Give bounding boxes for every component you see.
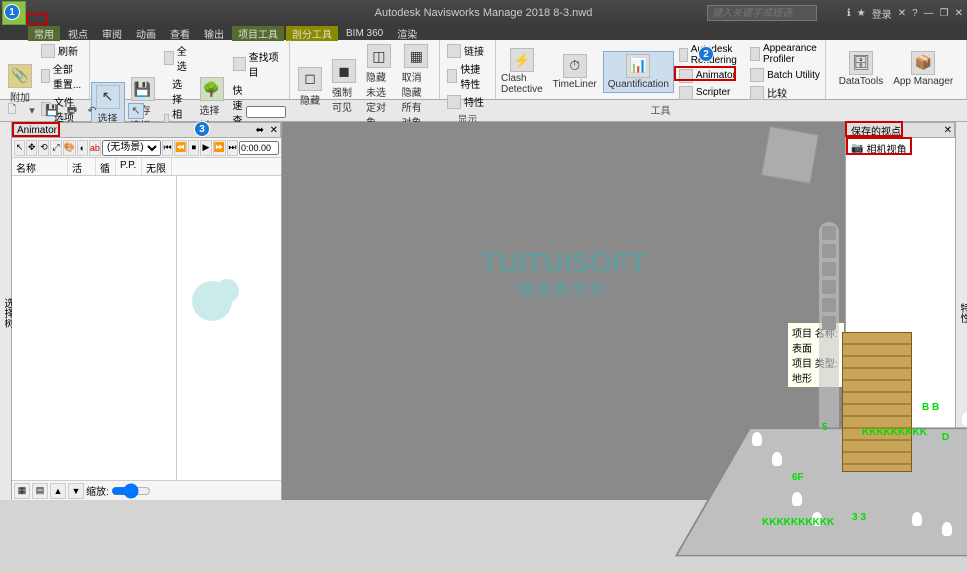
require-button[interactable]: ◼强制可见	[328, 57, 360, 116]
menu-view[interactable]: 查看	[164, 26, 196, 41]
animator-panel: Animator 3 ⬌ ✕ ↖ ✥ ⟲ ⤢ 🎨 ◐ ab (无场景) ⏮ ⏪ …	[12, 122, 282, 500]
selectall-button[interactable]: 全选	[161, 42, 194, 74]
tb-move[interactable]: ✥	[26, 140, 37, 156]
panel-close-icon[interactable]: ✕	[270, 125, 278, 136]
col-name: 名称	[12, 158, 68, 175]
system-buttons: ℹ ★ 登录 ✕ ? — ❐ ✕	[847, 6, 963, 21]
menu-home[interactable]: 常用	[28, 26, 60, 41]
qat-select[interactable]: ↖	[128, 103, 144, 119]
tb-play[interactable]: ▶	[200, 140, 211, 156]
menu-bim360[interactable]: BIM 360	[340, 28, 389, 39]
nav-wheel-icon[interactable]	[822, 226, 836, 240]
selection-tree-tab[interactable]: 选择树	[0, 122, 12, 500]
annotation-3: 3	[194, 121, 210, 137]
menu-output[interactable]: 输出	[198, 26, 230, 41]
scene-content: 5B B DA 6F3 3 KKKKKKKKKK KKKKKKKKK	[712, 312, 967, 572]
scene-up[interactable]: ▲	[50, 483, 66, 499]
watermark-logo	[187, 271, 247, 331]
qat-undo[interactable]: ↶	[84, 103, 100, 119]
append-button[interactable]: 📎附加	[4, 62, 36, 106]
finditems-button[interactable]: 查找项目	[230, 48, 289, 80]
qat-new[interactable]: 🗋	[4, 103, 20, 119]
scripter-button[interactable]: Scripter	[676, 85, 745, 101]
zoom-label: 缩放:	[86, 483, 109, 498]
add-scene[interactable]: ▦	[14, 483, 30, 499]
quickprops-button[interactable]: 快捷特性	[444, 60, 491, 92]
menubar: 常用 视点 审阅 动画 查看 输出 项目工具 剖分工具 BIM 360 渲染	[0, 26, 967, 40]
col-pp: P.P.	[116, 158, 142, 175]
tb-scale[interactable]: ⤢	[50, 140, 61, 156]
menu-viewpoint[interactable]: 视点	[62, 26, 94, 41]
col-loop: 循	[96, 158, 116, 175]
animator-button[interactable]: Animator	[676, 68, 745, 84]
scene-select[interactable]: (无场景)	[102, 140, 161, 156]
search-input[interactable]	[707, 5, 817, 21]
animator-timeline[interactable]	[177, 176, 281, 480]
tb-stepfwd[interactable]: ⏩	[213, 140, 226, 156]
savedvp-close-icon[interactable]: ✕	[944, 125, 952, 136]
qat-open[interactable]: ▾	[24, 103, 40, 119]
menu-render[interactable]: 渲染	[391, 26, 423, 41]
zoom-slider[interactable]	[111, 483, 151, 499]
animator-tree[interactable]	[12, 176, 177, 480]
clash-button[interactable]: ⚡Clash Detective	[497, 46, 547, 97]
quantification-button[interactable]: 📊Quantification	[603, 51, 674, 93]
callout-menu	[26, 13, 48, 25]
viewcube[interactable]	[761, 126, 819, 184]
timeliner-button[interactable]: ⏱TimeLiner	[549, 52, 601, 92]
close1-icon[interactable]: ✕	[898, 8, 906, 19]
hideunsel-button[interactable]: ◫隐藏未选定对象	[362, 42, 396, 131]
tb-stop[interactable]: ⏹	[188, 140, 199, 156]
datatools-button[interactable]: 🗄DataTools	[835, 49, 887, 89]
tb-transparency[interactable]: ◐	[77, 140, 88, 156]
annotation-1: 1	[4, 4, 20, 20]
menu-itemtools[interactable]: 项目工具	[232, 26, 284, 41]
appmanager-button[interactable]: 📦App Manager	[889, 49, 957, 89]
tb-capture[interactable]: ab	[89, 140, 101, 156]
col-inf: 无限	[142, 158, 172, 175]
scene-down[interactable]: ▼	[68, 483, 84, 499]
tb-color[interactable]: 🎨	[63, 140, 76, 156]
tb-end[interactable]: ⏭	[227, 140, 238, 156]
login-button[interactable]: 登录	[872, 6, 892, 21]
hide-button[interactable]: ◻隐藏	[294, 65, 326, 109]
panel-pin-icon[interactable]: ⬌	[256, 125, 264, 136]
menu-review[interactable]: 审阅	[96, 26, 128, 41]
props-button[interactable]: 特性	[444, 93, 491, 110]
time-input[interactable]	[239, 141, 279, 155]
nav-look-icon[interactable]	[822, 298, 836, 312]
minimize-icon[interactable]: —	[924, 8, 934, 19]
watermark-text: TUITUISOFT腿腿教学网	[481, 247, 646, 299]
menu-animation[interactable]: 动画	[130, 26, 162, 41]
annotation-2: 2	[698, 46, 714, 62]
info-icon[interactable]: ℹ	[847, 8, 851, 19]
group-tools: 工具	[651, 101, 671, 118]
col-active: 活动	[68, 158, 96, 175]
qat-print[interactable]: 🖶	[64, 103, 80, 119]
unhideall-button[interactable]: ▦取消隐藏所有对象	[398, 42, 435, 131]
nav-zoom-icon[interactable]	[822, 262, 836, 276]
tb-stepback[interactable]: ⏪	[174, 140, 187, 156]
appprofiler-button[interactable]: Appearance Profiler	[747, 42, 824, 66]
3d-viewport[interactable]: TUITUISOFT腿腿教学网 项目 名称: 表面项目 类型: 地形 5B B …	[282, 122, 845, 500]
links-button[interactable]: 链接	[444, 42, 491, 59]
refresh-button[interactable]: 刷新	[38, 42, 85, 59]
menu-section[interactable]: 剖分工具	[286, 26, 338, 41]
compare-button[interactable]: 比较	[747, 84, 824, 101]
close-icon[interactable]: ✕	[955, 8, 963, 19]
maximize-icon[interactable]: ❐	[940, 8, 949, 19]
window-title: Autodesk Navisworks Manage 2018 8-3.nwd	[375, 7, 593, 19]
tb-rewind[interactable]: ⏮	[162, 140, 173, 156]
batchutil-button[interactable]: Batch Utility	[747, 67, 824, 83]
help-icon[interactable]: ?	[912, 8, 918, 19]
star-icon[interactable]: ★	[857, 8, 866, 19]
tb-cursor[interactable]: ↖	[14, 140, 25, 156]
qat-save[interactable]: 💾	[44, 103, 60, 119]
tb-rotate[interactable]: ⟲	[38, 140, 49, 156]
resetall-button[interactable]: 全部 重置...	[38, 60, 85, 92]
ribbon: 📎附加 刷新 全部 重置... 文件 选项 项目 ▾ ↖选择 💾保存选择 全选 …	[0, 40, 967, 100]
nav-pan-icon[interactable]	[822, 244, 836, 258]
nav-orbit-icon[interactable]	[822, 280, 836, 294]
del-scene[interactable]: ▤	[32, 483, 48, 499]
